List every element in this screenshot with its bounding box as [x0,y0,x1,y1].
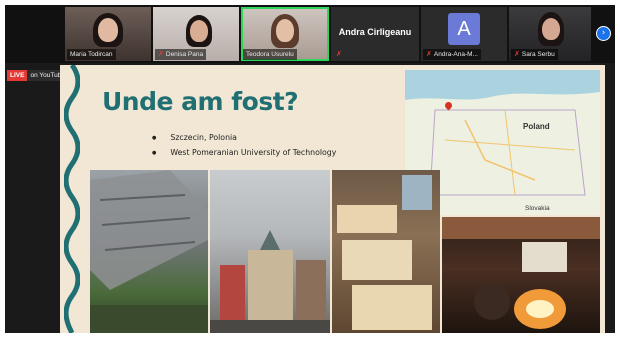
next-page-button[interactable]: › [596,26,611,41]
slide-title: Unde am fost? [102,87,299,116]
photo-graphic [90,170,208,333]
live-label: LIVE [7,70,28,81]
photo-pierogi [332,170,440,333]
live-stream-badge[interactable]: LIVE on YouTube [7,70,68,81]
photo-amphitheater [90,170,208,333]
participant-name: Sara Serbu [521,51,555,58]
participant-tile[interactable]: ✗ Denisa Pana [153,7,239,61]
participant-face [190,20,208,42]
mic-off-icon: ✗ [336,50,342,58]
participant-face [98,18,118,42]
participant-face [542,18,560,40]
photo-pumpkin [442,217,600,333]
photo-graphic [442,217,600,329]
participant-tile[interactable]: Maria Todircan [65,7,151,61]
participant-name: Teodora Usurelu [246,51,294,58]
meeting-window: Maria Todircan ✗ Denisa Pana Teodora Usu… [5,5,615,333]
participant-name: Denisa Pana [165,51,204,58]
participant-tile-active[interactable]: Teodora Usurelu [241,7,329,61]
participant-name: Andra Cirligeanu [338,27,412,37]
participant-tile[interactable]: A ✗ Andra-Ana-M... [421,7,507,61]
participant-strip: Maria Todircan ✗ Denisa Pana Teodora Usu… [5,5,615,63]
participant-name-tag: ✗ [333,49,345,60]
bullet-item: Szczecin, Polonia [152,131,336,146]
photo-graphic [210,230,330,333]
participant-tile[interactable]: ✗ Sara Serbu [509,7,591,61]
shared-slide: Unde am fost? Szczecin, Polonia West Pom… [60,65,605,333]
photo-old-town [210,170,330,333]
participant-name: Maria Todircan [70,51,113,58]
chevron-right-icon: › [601,28,606,38]
participant-face [276,19,294,42]
avatar: A [448,13,480,45]
participant-name-tag: ✗ Denisa Pana [155,49,207,60]
bullet-item: West Pomeranian University of Technology [152,146,336,161]
mic-off-icon: ✗ [158,50,164,58]
participant-name-tag: Maria Todircan [67,49,116,60]
participant-tile[interactable]: Andra Cirligeanu ✗ [331,7,419,61]
map-label-country: Poland [523,122,550,131]
participant-name: Andra-Ana-M... [433,51,478,58]
mic-off-icon: ✗ [426,50,432,58]
photo-graphic [337,175,432,330]
wave-decoration [64,65,80,333]
map-label-neighbor: Slovakia [525,205,550,212]
bullet-list: Szczecin, Polonia West Pomeranian Univer… [152,131,336,161]
participant-name-tag: Teodora Usurelu [243,49,297,60]
participant-name-tag: ✗ Andra-Ana-M... [423,49,481,60]
mic-off-icon: ✗ [514,50,520,58]
participant-name-tag: ✗ Sara Serbu [511,49,558,60]
